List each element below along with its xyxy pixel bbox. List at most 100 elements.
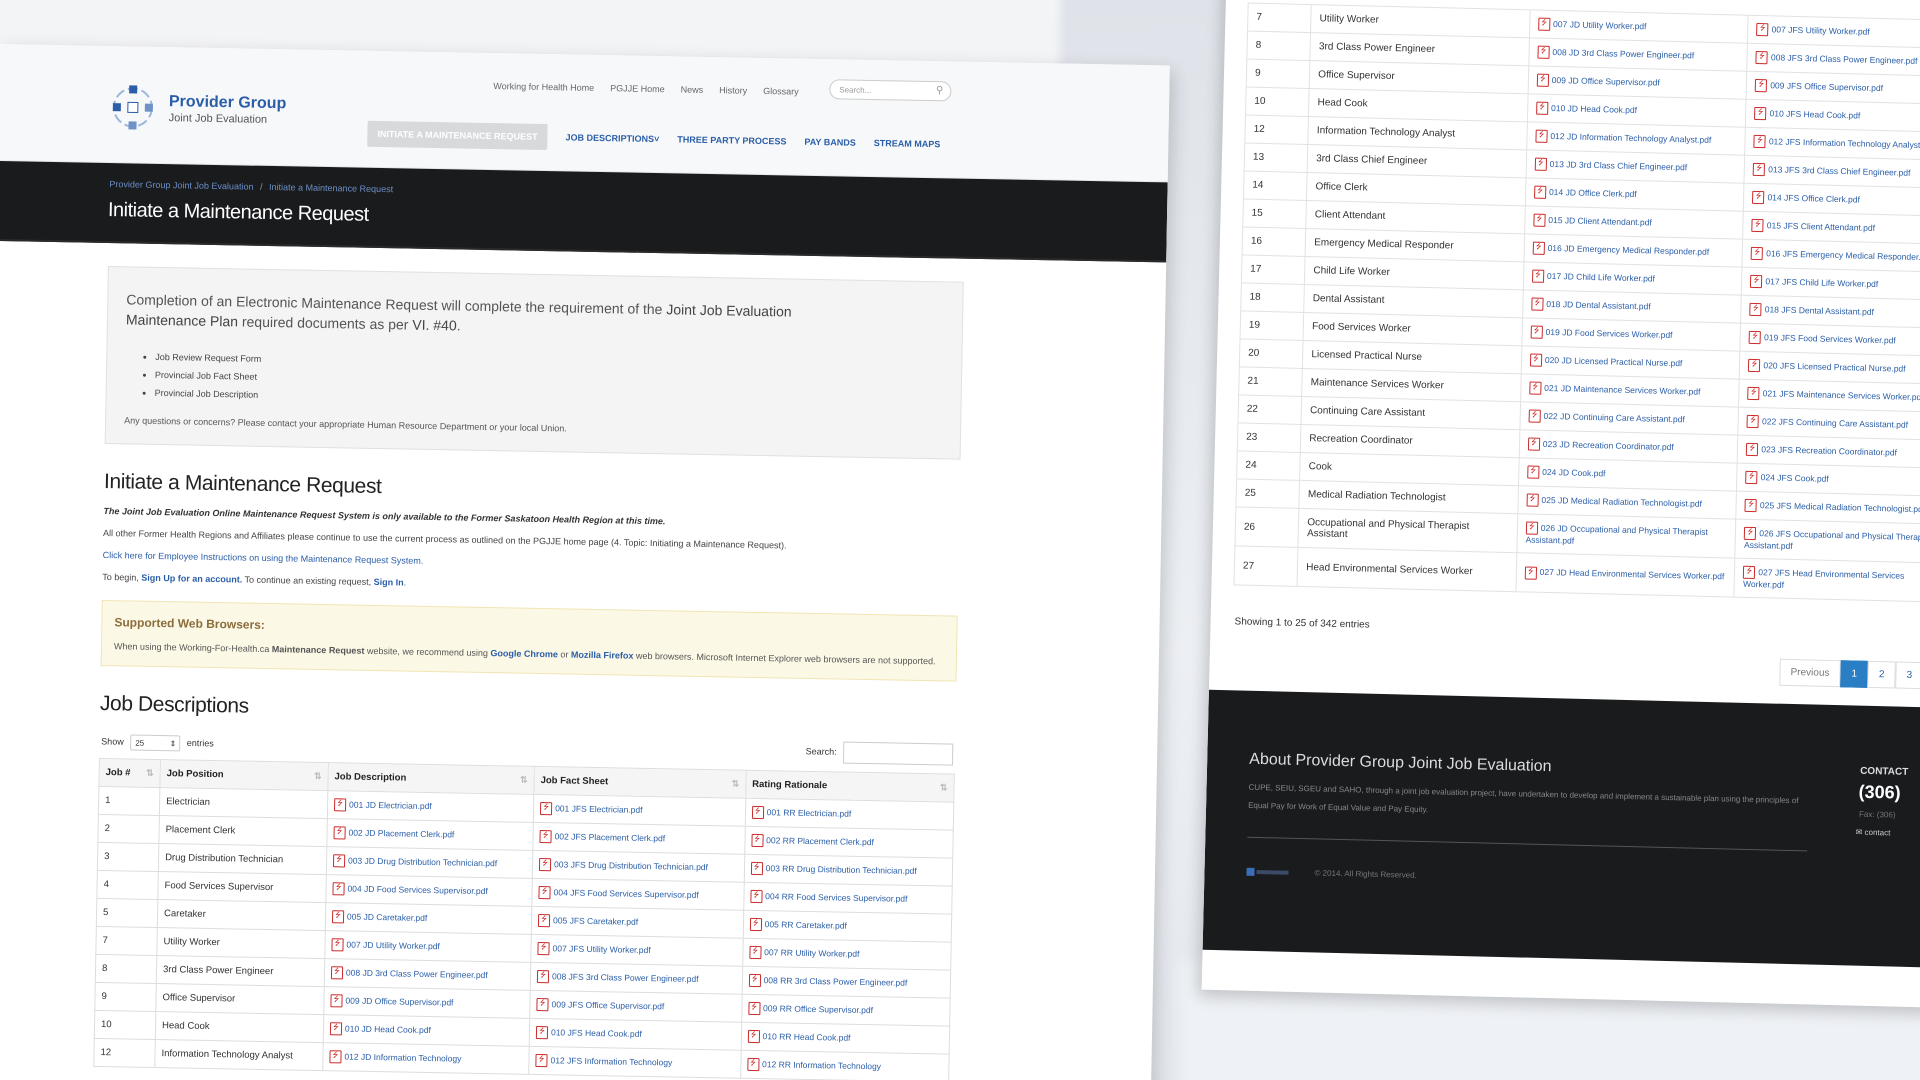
pdf-link[interactable]: ⭍ 001 RR Electrician.pdf [751,805,851,820]
nav-pay-bands[interactable]: PAY BANDS [804,137,856,148]
pdf-link[interactable]: ⭍ 008 JFS 3rd Class Power Engineer.pdf [1755,50,1918,66]
pdf-link[interactable]: ⭍ 007 JFS Utility Worker.pdf [1756,22,1870,36]
pdf-link[interactable]: ⭍ 024 JFS Cook.pdf [1745,470,1829,485]
topnav-news[interactable]: News [681,84,704,94]
pdf-link[interactable]: ⭍ 018 JD Dental Assistant.pdf [1531,297,1651,311]
sign-in-link[interactable]: Sign In [374,577,404,588]
nav-stream-maps[interactable]: STREAM MAPS [874,138,941,149]
sign-up-link[interactable]: Sign Up for an account. [141,573,242,585]
nav-initiate-maintenance-request[interactable]: INITIATE A MAINTENANCE REQUEST [367,120,548,151]
pdf-link[interactable]: ⭍ 023 JD Recreation Coordinator.pdf [1527,437,1674,452]
pdf-link[interactable]: ⭍ 027 JD Head Environmental Services Work… [1524,565,1724,582]
pdf-link[interactable]: ⭍ 002 JFS Placement Clerk.pdf [539,830,665,844]
breadcrumb-home[interactable]: Provider Group Joint Job Evaluation [109,179,253,192]
pdf-link[interactable]: ⭍ 018 JFS Dental Assistant.pdf [1749,302,1874,317]
pdf-link[interactable]: ⭍ 022 JFS Continuing Care Assistant.pdf [1746,414,1908,430]
site-search-input[interactable]: Search... ⚲ [829,79,952,102]
pdf-link[interactable]: ⭍ 007 RR Utility Worker.pdf [749,945,859,960]
pdf-link[interactable]: ⭍ 021 JD Maintenance Services Worker.pdf [1529,381,1701,396]
nav-job-descriptions[interactable]: JOB DESCRIPTIONS˅ [565,132,659,144]
col-rating-rationale[interactable]: Rating Rationale ⇅ [745,770,955,803]
pdf-link[interactable]: ⭍ 007 JD Utility Worker.pdf [1537,17,1647,31]
pdf-link[interactable]: ⭍ 015 JD Client Attendant.pdf [1533,213,1652,227]
col-job-position[interactable]: Job Position ⇅ [159,759,329,791]
google-chrome-link[interactable]: Google Chrome [490,648,558,659]
pdf-link[interactable]: ⭍ 010 JD Head Cook.pdf [1535,101,1637,115]
pdf-link[interactable]: ⭍ 022 JD Continuing Care Assistant.pdf [1528,409,1685,424]
pdf-link[interactable]: ⭍ 004 JFS Food Services Supervisor.pdf [538,886,699,900]
pdf-link[interactable]: ⭍ 019 JD Food Services Worker.pdf [1530,325,1673,340]
pdf-link[interactable]: ⭍ 005 JD Caretaker.pdf [331,910,427,924]
entries-per-page-select[interactable]: 25 ⇕ [130,734,181,752]
pdf-link[interactable]: ⭍ 010 RR Head Cook.pdf [747,1029,851,1044]
pdf-link[interactable]: ⭍ 003 JD Drug Distribution Technician.pdf [332,854,497,868]
pdf-link[interactable]: ⭍ 007 JD Utility Worker.pdf [331,938,440,952]
pdf-link[interactable]: ⭍ 004 JD Food Services Supervisor.pdf [332,882,488,896]
pdf-link[interactable]: ⭍ 010 JFS Head Cook.pdf [1754,106,1860,120]
pdf-link[interactable]: ⭍ 012 JFS Information Technology [535,1053,672,1067]
pdf-link[interactable]: ⭍ 009 JD Office Supervisor.pdf [1536,73,1660,87]
pdf-link[interactable]: ⭍ 021 JFS Maintenance Services Worker.pdf [1747,386,1920,402]
pdf-link[interactable]: ⭍ 016 JFS Emergency Medical Responder.pdf [1750,246,1920,262]
pdf-link[interactable]: ⭍ 009 JD Office Supervisor.pdf [330,994,454,1008]
provider-group-logo-icon[interactable] [108,80,171,135]
pdf-link[interactable]: ⭍ 010 JFS Head Cook.pdf [535,1025,642,1040]
pdf-link[interactable]: ⭍ 001 JFS Electrician.pdf [540,802,643,816]
pdf-link[interactable]: ⭍ 012 JD Information Technology Analyst.p… [1535,129,1711,145]
pdf-link[interactable]: ⭍ 013 JFS 3rd Class Chief Engineer.pdf [1753,162,1911,177]
pdf-link[interactable]: ⭍ 005 JFS Caretaker.pdf [537,914,638,928]
search-icon[interactable]: ⚲ [936,81,944,101]
pagination-page-2[interactable]: 2 [1867,660,1896,689]
pagination-page-3[interactable]: 3 [1895,661,1920,690]
topnav-history[interactable]: History [719,85,747,96]
pdf-link[interactable]: ⭍ 014 JFS Office Clerk.pdf [1752,190,1860,204]
pdf-link[interactable]: ⭍ 004 RR Food Services Supervisor.pdf [750,889,907,904]
col-job-number[interactable]: Job # ⇅ [98,758,161,788]
brand[interactable]: Provider Group Joint Job Evaluation [169,93,287,126]
pdf-link[interactable]: ⭍ 012 JFS Information Technology Analyst.… [1753,134,1920,150]
pagination-previous[interactable]: Previous [1779,658,1841,688]
pdf-link[interactable]: ⭍ 005 RR Caretaker.pdf [749,917,847,932]
pdf-link[interactable]: ⭍ 007 JFS Utility Worker.pdf [537,942,651,956]
pdf-link[interactable]: ⭍ 010 JD Head Cook.pdf [329,1022,431,1036]
pdf-link[interactable]: ⭍ 012 JD Information Technology [329,1050,462,1064]
pdf-link[interactable]: ⭍ 008 RR 3rd Class Power Engineer.pdf [748,973,907,988]
topnav-glossary[interactable]: Glossary [763,86,799,97]
pdf-link[interactable]: ⭍ 013 JD 3rd Class Chief Engineer.pdf [1534,157,1687,172]
pdf-link[interactable]: ⭍ 016 JD Emergency Medical Responder.pdf [1532,241,1709,257]
col-job-description[interactable]: Job Description ⇅ [327,762,535,795]
topnav-pgjje-home[interactable]: PGJJE Home [610,83,665,94]
pdf-link[interactable]: ⭍ 009 JFS Office Supervisor.pdf [536,997,664,1012]
pdf-link[interactable]: ⭍ 008 JD 3rd Class Power Engineer.pdf [1537,45,1694,60]
pdf-link[interactable]: ⭍ 015 JFS Client Attendant.pdf [1751,218,1875,233]
pdf-link[interactable]: ⭍ 008 JD 3rd Class Power Engineer.pdf [330,966,488,980]
pdf-link[interactable]: ⭍ 003 RR Drug Distribution Technician.pdf [750,861,917,876]
pdf-link[interactable]: ⭍ 024 JD Cook.pdf [1527,465,1606,479]
pdf-link[interactable]: ⭍ 014 JD Office Clerk.pdf [1533,185,1637,199]
pdf-link[interactable]: ⭍ 026 JD Occupational and Physical Therap… [1525,521,1708,546]
pagination-page-1[interactable]: 1 [1840,660,1869,688]
footer-logo-icon[interactable] [1246,867,1290,878]
pdf-link[interactable]: ⭍ 020 JD Licensed Practical Nurse.pdf [1529,353,1683,368]
pdf-link[interactable]: ⭍ 002 JD Placement Clerk.pdf [333,826,454,840]
pdf-link[interactable]: ⭍ 017 JFS Child Life Worker.pdf [1750,274,1878,289]
pdf-link[interactable]: ⭍ 002 RR Placement Clerk.pdf [751,833,874,848]
table-search-input[interactable] [842,741,954,766]
pdf-link[interactable]: ⭍ 019 JFS Food Services Worker.pdf [1748,330,1896,345]
pdf-link[interactable]: ⭍ 023 JFS Recreation Coordinator.pdf [1746,442,1897,457]
topnav-working-for-health[interactable]: Working for Health Home [493,81,594,93]
footer-email[interactable]: ✉ contact [1856,828,1891,838]
pdf-link[interactable]: ⭍ 025 JFS Medical Radiation Technologist.… [1744,498,1920,514]
pdf-link[interactable]: ⭍ 009 JFS Office Supervisor.pdf [1755,78,1883,93]
nav-three-party-process[interactable]: THREE PARTY PROCESS [677,134,786,146]
pdf-link[interactable]: ⭍ 012 RR Information Technology [746,1057,881,1072]
pdf-link[interactable]: ⭍ 001 JD Electrician.pdf [333,798,432,812]
employee-instructions-link[interactable]: Click here for Employee Instructions on … [103,550,424,566]
breadcrumb-current[interactable]: Initiate a Maintenance Request [269,182,393,194]
pdf-link[interactable]: ⭍ 025 JD Medical Radiation Technologist.p… [1526,493,1702,509]
pdf-link[interactable]: ⭍ 009 RR Office Supervisor.pdf [747,1001,873,1016]
mozilla-firefox-link[interactable]: Mozilla Firefox [571,650,634,661]
col-job-fact-sheet[interactable]: Job Fact Sheet ⇅ [533,766,746,799]
pdf-link[interactable]: ⭍ 026 JFS Occupational and Physical Thera… [1744,526,1920,551]
pdf-link[interactable]: ⭍ 008 JFS 3rd Class Power Engineer.pdf [536,969,699,984]
